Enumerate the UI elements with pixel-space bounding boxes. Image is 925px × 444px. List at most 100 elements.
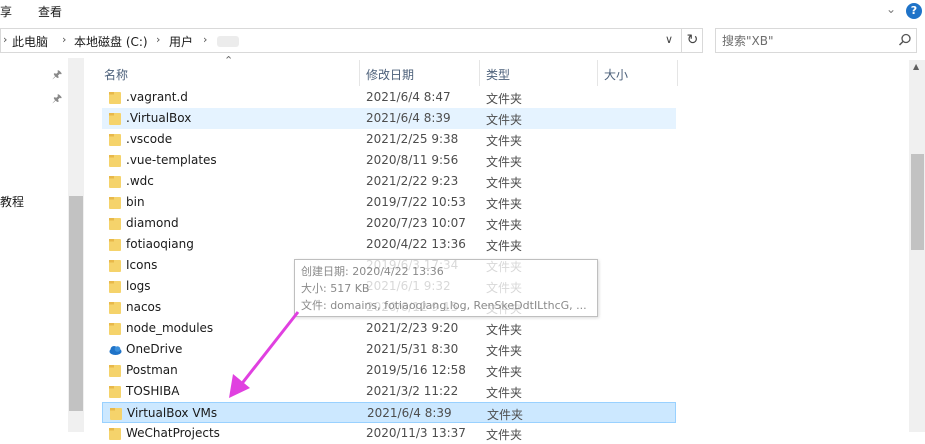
file-name: .vue-templates bbox=[126, 153, 217, 167]
tab-view[interactable]: 查看 bbox=[38, 3, 62, 20]
file-type: 文件夹 bbox=[486, 113, 523, 127]
file-type: 文件夹 bbox=[486, 134, 523, 148]
redacted-username[interactable] bbox=[217, 36, 239, 47]
file-row[interactable]: diamond 2020/7/23 10:07 文件夹 bbox=[102, 213, 676, 234]
file-row[interactable]: WeChatProjects 2020/11/3 13:37 文件夹 bbox=[102, 423, 676, 444]
file-row[interactable]: .wdc 2021/2/22 9:23 文件夹 bbox=[102, 171, 676, 192]
refresh-icon[interactable]: ↻ bbox=[681, 29, 703, 52]
file-type: 文件夹 bbox=[486, 92, 523, 106]
search-box[interactable] bbox=[715, 28, 917, 53]
search-input[interactable] bbox=[722, 32, 892, 49]
folder-icon bbox=[109, 239, 121, 251]
chevron-down-icon[interactable]: ⌄ bbox=[886, 2, 896, 16]
tooltip-size: 大小: 517 KB bbox=[301, 282, 370, 295]
file-name: .vscode bbox=[126, 132, 173, 146]
scroll-up-icon[interactable]: ▲ bbox=[913, 62, 919, 71]
file-name: .vagrant.d bbox=[126, 90, 188, 104]
file-type: 文件夹 bbox=[486, 239, 523, 253]
file-date-modified: 2021/2/23 9:20 bbox=[366, 321, 459, 335]
file-type: 文件夹 bbox=[486, 365, 523, 379]
file-row[interactable]: OneDrive 2021/5/31 8:30 文件夹 bbox=[102, 339, 676, 360]
nav-scrollbar-thumb[interactable] bbox=[69, 196, 83, 411]
search-icon[interactable] bbox=[898, 33, 912, 47]
file-date-modified: 2021/6/4 8:39 bbox=[366, 111, 451, 125]
folder-icon bbox=[109, 302, 121, 314]
file-name: VirtualBox VMs bbox=[127, 406, 218, 420]
file-name: WeChatProjects bbox=[126, 426, 220, 440]
file-name: Postman bbox=[126, 363, 178, 377]
onedrive-cloud-icon bbox=[109, 346, 122, 355]
folder-icon bbox=[110, 408, 122, 420]
folder-info-tooltip: 创建日期: 2020/4/22 13:36 大小: 517 KB 文件: dom… bbox=[294, 259, 598, 317]
file-row[interactable]: .vue-templates 2020/8/11 9:56 文件夹 bbox=[102, 150, 676, 171]
folder-icon bbox=[109, 155, 121, 167]
file-name: logs bbox=[126, 279, 151, 293]
help-icon[interactable]: ? bbox=[906, 3, 922, 19]
column-header-date-modified[interactable]: 修改日期 bbox=[360, 60, 480, 86]
file-type: 文件夹 bbox=[486, 155, 523, 169]
file-row[interactable]: .vscode 2021/2/25 9:38 文件夹 bbox=[102, 129, 676, 150]
file-type: 文件夹 bbox=[486, 197, 523, 211]
file-date-modified: 2021/5/31 8:30 bbox=[366, 342, 459, 356]
file-row[interactable]: TOSHIBA 2021/3/2 11:22 文件夹 bbox=[102, 381, 676, 402]
breadcrumb-local-disk[interactable]: 本地磁盘 (C:) bbox=[74, 33, 148, 50]
file-name: .VirtualBox bbox=[126, 111, 192, 125]
folder-icon bbox=[109, 260, 121, 272]
breadcrumb-users[interactable]: 用户 bbox=[169, 33, 193, 50]
file-row[interactable]: .vagrant.d 2021/6/4 8:47 文件夹 bbox=[102, 87, 676, 108]
file-type: 文件夹 bbox=[486, 323, 523, 337]
file-name: bin bbox=[126, 195, 145, 209]
address-bar[interactable]: › 此电脑 › 本地磁盘 (C:) › 用户 › ∨ ↻ bbox=[0, 28, 703, 53]
file-list-scrollbar[interactable]: ▲ bbox=[909, 60, 925, 432]
file-row[interactable]: fotiaoqiang 2020/4/22 13:36 文件夹 bbox=[102, 234, 676, 255]
file-date-modified: 2020/8/11 9:56 bbox=[366, 153, 459, 167]
scrollbar-thumb[interactable] bbox=[911, 154, 924, 250]
nav-scrollbar[interactable] bbox=[68, 58, 84, 432]
file-name: Icons bbox=[126, 258, 158, 272]
breadcrumb-this-pc[interactable]: 此电脑 bbox=[12, 33, 48, 50]
file-date-modified: 2021/3/2 11:22 bbox=[366, 384, 459, 398]
folder-icon bbox=[109, 134, 121, 146]
file-type: 文件夹 bbox=[486, 344, 523, 358]
chevron-right-icon[interactable]: › bbox=[156, 33, 160, 46]
column-header-name[interactable]: 名称 bbox=[98, 60, 360, 86]
file-row[interactable]: VirtualBox VMs 2021/6/4 8:39 文件夹 bbox=[102, 402, 676, 423]
file-date-modified: 2019/5/16 12:58 bbox=[366, 363, 466, 377]
file-name: fotiaoqiang bbox=[126, 237, 194, 251]
file-row[interactable]: Postman 2019/5/16 12:58 文件夹 bbox=[102, 360, 676, 381]
column-header-type[interactable]: 类型 bbox=[480, 60, 598, 86]
chevron-right-icon[interactable]: › bbox=[62, 33, 66, 46]
file-name: .wdc bbox=[126, 174, 154, 188]
file-date-modified: 2020/7/23 10:07 bbox=[366, 216, 466, 230]
chevron-down-icon[interactable]: ∨ bbox=[665, 33, 673, 46]
file-row[interactable]: bin 2019/7/22 10:53 文件夹 bbox=[102, 192, 676, 213]
pin-icon[interactable]: 🖈 bbox=[52, 90, 62, 109]
folder-icon bbox=[109, 386, 121, 398]
file-type: 文件夹 bbox=[486, 428, 523, 442]
folder-icon bbox=[109, 323, 121, 335]
folder-icon bbox=[109, 113, 121, 125]
file-date-modified: 2021/2/22 9:23 bbox=[366, 174, 459, 188]
folder-icon bbox=[109, 197, 121, 209]
column-header-size[interactable]: 大小 bbox=[598, 60, 678, 86]
file-name: TOSHIBA bbox=[126, 384, 180, 398]
pin-icon[interactable]: 🖈 bbox=[52, 66, 62, 85]
file-row[interactable]: node_modules 2021/2/23 9:20 文件夹 bbox=[102, 318, 676, 339]
tab-share[interactable]: 享 bbox=[0, 3, 12, 20]
folder-icon bbox=[109, 428, 121, 440]
file-name: OneDrive bbox=[126, 342, 183, 356]
file-row[interactable]: .VirtualBox 2021/6/4 8:39 文件夹 bbox=[102, 108, 676, 129]
chevron-right-icon[interactable]: › bbox=[203, 33, 207, 46]
file-date-modified: 2021/2/25 9:38 bbox=[366, 132, 459, 146]
file-type: 文件夹 bbox=[486, 176, 523, 190]
folder-icon bbox=[109, 218, 121, 230]
folder-icon bbox=[109, 176, 121, 188]
nav-item-label[interactable]: 教程 bbox=[0, 193, 24, 210]
folder-icon bbox=[109, 92, 121, 104]
file-name: diamond bbox=[126, 216, 179, 230]
tooltip-created-date: 创建日期: 2020/4/22 13:36 bbox=[301, 265, 444, 278]
file-date-modified: 2021/6/4 8:39 bbox=[367, 406, 452, 420]
chevron-right-icon[interactable]: › bbox=[3, 33, 7, 46]
file-date-modified: 2019/7/22 10:53 bbox=[366, 195, 466, 209]
folder-icon bbox=[109, 365, 121, 377]
